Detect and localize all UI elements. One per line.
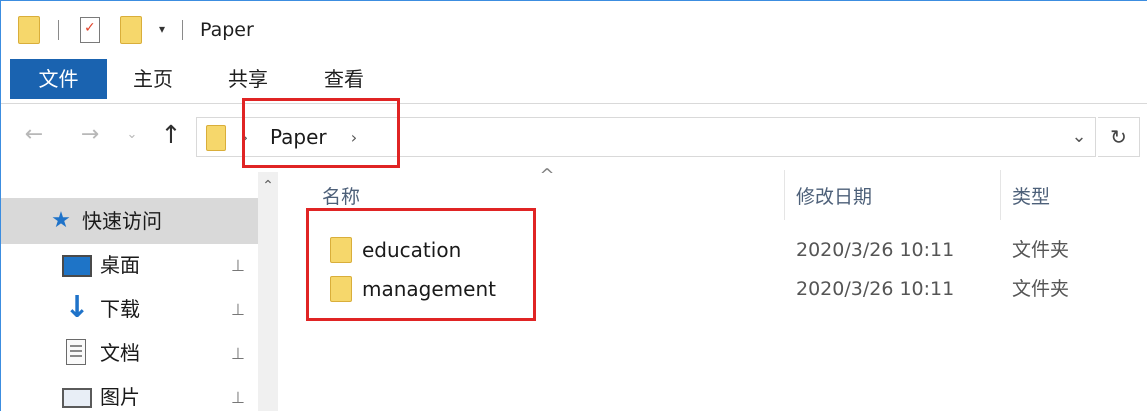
properties-check-icon[interactable]: ✓: [80, 17, 100, 43]
back-arrow-icon[interactable]: ←: [20, 120, 48, 150]
sidebar-item-documents[interactable]: 文档: [100, 338, 140, 368]
tab-home[interactable]: 主页: [118, 59, 188, 99]
pin-icon[interactable]: ⊥: [228, 342, 248, 366]
tab-file[interactable]: 文件: [10, 59, 107, 99]
pin-icon[interactable]: ⊥: [228, 254, 248, 278]
up-arrow-icon[interactable]: ↑: [156, 118, 186, 152]
column-header-type[interactable]: 类型: [1012, 180, 1050, 214]
document-line: [70, 355, 82, 357]
navigation-pane-scrollbar[interactable]: [258, 172, 278, 411]
pin-icon[interactable]: ⊥: [228, 386, 248, 410]
folder-icon[interactable]: [18, 16, 40, 44]
address-folder-icon: [206, 125, 226, 151]
file-type: 文件夹: [1012, 278, 1070, 300]
file-date: 2020/3/26 10:11: [796, 278, 955, 300]
toolbar-divider: [58, 20, 59, 40]
highlight-box-folders: [306, 208, 536, 321]
tab-share[interactable]: 共享: [213, 59, 283, 99]
toolbar-divider: [182, 20, 183, 40]
sidebar-item-desktop[interactable]: 桌面: [100, 250, 140, 280]
recent-locations-chevron-icon[interactable]: ⌄: [122, 122, 142, 148]
customize-toolbar-dropdown-icon[interactable]: ▾: [155, 19, 169, 39]
column-header-date-modified[interactable]: 修改日期: [796, 180, 872, 214]
column-divider[interactable]: [1000, 170, 1001, 220]
sidebar-item-downloads[interactable]: 下载: [100, 294, 140, 324]
refresh-icon[interactable]: ↻: [1098, 117, 1140, 157]
forward-arrow-icon[interactable]: →: [76, 120, 104, 150]
sidebar-item-label: 快速访问: [82, 209, 162, 233]
highlight-box-address: [242, 98, 400, 168]
star-icon: ★: [51, 208, 71, 233]
file-type: 文件夹: [1012, 239, 1070, 261]
download-icon: ↓: [64, 290, 90, 325]
scroll-up-arrow-icon[interactable]: ⌃: [258, 176, 278, 196]
sidebar-item-pictures[interactable]: 图片: [100, 382, 140, 412]
title-bar: [1, 1, 1147, 59]
desktop-icon: [62, 255, 92, 277]
column-divider[interactable]: [784, 170, 785, 220]
pictures-icon: [62, 388, 92, 408]
documents-icon: [66, 339, 86, 365]
new-folder-icon[interactable]: [120, 16, 142, 44]
check-mark: ✓: [84, 20, 96, 36]
sort-ascending-icon: ^: [539, 165, 555, 186]
address-history-dropdown-icon[interactable]: ⌄: [1066, 122, 1092, 152]
document-line: [70, 345, 82, 347]
window-title: Paper: [200, 19, 254, 41]
tab-view[interactable]: 查看: [309, 59, 379, 99]
file-date: 2020/3/26 10:11: [796, 239, 955, 261]
pin-icon[interactable]: ⊥: [228, 298, 248, 322]
document-line: [70, 350, 82, 352]
